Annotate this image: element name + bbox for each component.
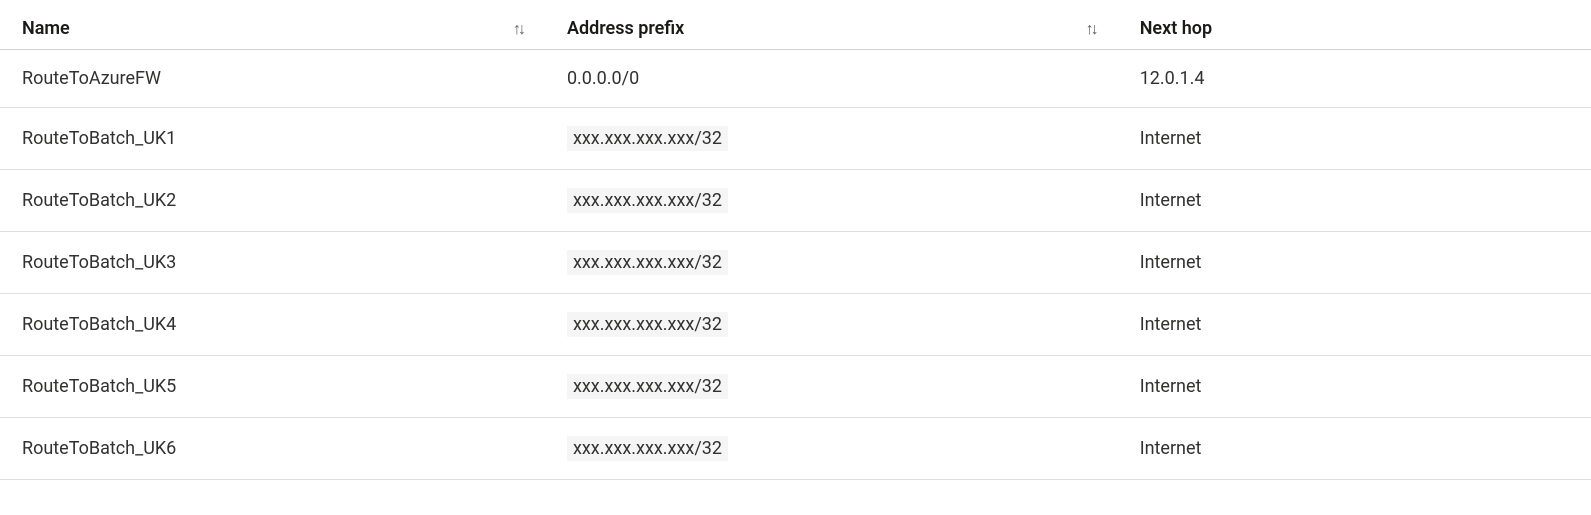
- route-next-hop: Internet: [1140, 438, 1202, 459]
- route-next-hop: Internet: [1140, 376, 1202, 397]
- table-row[interactable]: RouteToAzureFW 0.0.0.0/0 12.0.1.4: [0, 50, 1591, 108]
- table-row[interactable]: RouteToBatch_UK2 xxx.xxx.xxx.xxx/32 Intern…: [0, 170, 1591, 232]
- column-header-address[interactable]: Address prefix ↑↓: [541, 18, 1114, 39]
- sort-icon[interactable]: ↑↓: [1086, 19, 1114, 39]
- route-name: RouteToAzureFW: [22, 68, 161, 89]
- table-row[interactable]: RouteToBatch_UK4 xxx.xxx.xxx.xxx/32 Intern…: [0, 294, 1591, 356]
- route-next-hop: Internet: [1140, 128, 1202, 149]
- route-name: RouteToBatch_UK2: [22, 190, 176, 211]
- route-address-prefix: xxx.xxx.xxx.xxx/32: [567, 250, 728, 275]
- route-name: RouteToBatch_UK6: [22, 438, 176, 459]
- route-name: RouteToBatch_UK5: [22, 376, 176, 397]
- routes-table: Name ↑↓ Address prefix ↑↓ Next hop Route…: [0, 8, 1591, 480]
- route-next-hop: Internet: [1140, 252, 1202, 273]
- column-header-name[interactable]: Name ↑↓: [0, 18, 541, 39]
- route-address-prefix: xxx.xxx.xxx.xxx/32: [567, 188, 728, 213]
- route-next-hop: 12.0.1.4: [1140, 68, 1205, 89]
- route-name: RouteToBatch_UK1: [22, 128, 176, 149]
- column-header-nexthop[interactable]: Next hop: [1114, 18, 1591, 39]
- table-header-row: Name ↑↓ Address prefix ↑↓ Next hop: [0, 8, 1591, 50]
- route-name: RouteToBatch_UK3: [22, 252, 176, 273]
- table-body: RouteToAzureFW 0.0.0.0/0 12.0.1.4 RouteToBa…: [0, 50, 1591, 480]
- route-address-prefix: xxx.xxx.xxx.xxx/32: [567, 312, 728, 337]
- column-header-nexthop-label: Next hop: [1140, 18, 1212, 39]
- route-address-prefix: xxx.xxx.xxx.xxx/32: [567, 374, 728, 399]
- route-name: RouteToBatch_UK4: [22, 314, 176, 335]
- column-header-address-label: Address prefix: [567, 18, 684, 39]
- column-header-name-label: Name: [22, 18, 70, 39]
- table-row[interactable]: RouteToBatch_UK1 xxx.xxx.xxx.xxx/32 Intern…: [0, 108, 1591, 170]
- table-row[interactable]: RouteToBatch_UK5 xxx.xxx.xxx.xxx/32 Intern…: [0, 356, 1591, 418]
- table-row[interactable]: RouteToBatch_UK6 xxx.xxx.xxx.xxx/32 Intern…: [0, 418, 1591, 480]
- route-address-prefix: 0.0.0.0/0: [567, 68, 639, 89]
- sort-icon[interactable]: ↑↓: [513, 19, 541, 39]
- route-next-hop: Internet: [1140, 190, 1202, 211]
- table-row[interactable]: RouteToBatch_UK3 xxx.xxx.xxx.xxx/32 Intern…: [0, 232, 1591, 294]
- route-next-hop: Internet: [1140, 314, 1202, 335]
- route-address-prefix: xxx.xxx.xxx.xxx/32: [567, 436, 728, 461]
- route-address-prefix: xxx.xxx.xxx.xxx/32: [567, 126, 728, 151]
